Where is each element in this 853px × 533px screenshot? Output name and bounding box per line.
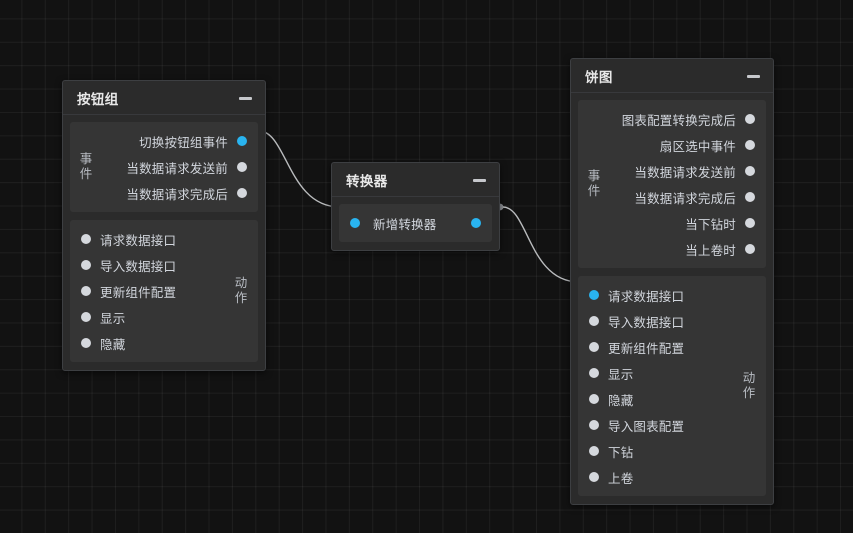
action-input-port[interactable] [81, 286, 91, 296]
action-input-port[interactable] [81, 338, 91, 348]
action-label: 导入数据接口 [100, 259, 177, 274]
event-row[interactable]: 当数据请求完成后 [70, 180, 258, 206]
event-output-port[interactable] [745, 114, 755, 124]
event-label: 当数据请求发送前 [634, 165, 736, 180]
action-label: 更新组件配置 [608, 341, 685, 356]
event-output-port[interactable] [745, 244, 755, 254]
event-row[interactable]: 当下钻时 [578, 210, 766, 236]
action-row[interactable]: 上卷 [578, 464, 766, 490]
action-label: 导入图表配置 [608, 419, 685, 434]
event-row[interactable]: 当数据请求完成后 [578, 184, 766, 210]
action-row[interactable]: 隐藏 [578, 386, 766, 412]
node-header[interactable]: 饼图 [571, 59, 773, 93]
edge-buttongroup-to-converter[interactable] [258, 130, 340, 207]
minimize-icon[interactable] [747, 74, 760, 78]
event-label: 当数据请求完成后 [126, 187, 228, 202]
action-input-port[interactable] [589, 472, 599, 482]
event-label: 当数据请求完成后 [634, 191, 736, 206]
action-input-port[interactable] [589, 420, 599, 430]
action-label: 请求数据接口 [100, 233, 177, 248]
action-row[interactable]: 隐藏 [70, 330, 258, 356]
event-row[interactable]: 切换按钮组事件 [70, 128, 258, 154]
action-row[interactable]: 显示 [70, 304, 258, 330]
action-input-port[interactable] [589, 290, 599, 300]
node-header[interactable]: 按钮组 [63, 81, 265, 115]
events-section: 事 件 图表配置转换完成后 扇区选中事件 当数据请求发送前 当数据请求完成后 当… [578, 100, 766, 268]
action-input-port[interactable] [589, 446, 599, 456]
action-label: 上卷 [608, 471, 634, 486]
actions-section: 动 作 请求数据接口 导入数据接口 更新组件配置 显示 [70, 220, 258, 362]
converter-row[interactable]: 新增转换器 [339, 210, 492, 236]
node-body: 新增转换器 [332, 197, 499, 250]
edge-converter-to-pie[interactable] [502, 206, 579, 282]
event-label: 当下钻时 [685, 217, 736, 232]
action-input-port[interactable] [81, 260, 91, 270]
node-title: 转换器 [346, 173, 388, 189]
action-input-port[interactable] [589, 368, 599, 378]
event-label: 当上卷时 [685, 243, 736, 258]
minimize-icon[interactable] [473, 178, 486, 182]
event-output-port[interactable] [745, 140, 755, 150]
action-row[interactable]: 导入图表配置 [578, 412, 766, 438]
node-title: 饼图 [585, 69, 613, 85]
action-row[interactable]: 下钻 [578, 438, 766, 464]
node-converter[interactable]: 转换器 新增转换器 [331, 162, 500, 251]
action-input-port[interactable] [81, 234, 91, 244]
action-label: 显示 [608, 367, 634, 382]
node-header[interactable]: 转换器 [332, 163, 499, 197]
node-pie-chart[interactable]: 饼图 事 件 图表配置转换完成后 扇区选中事件 当数据请求发送前 当数据请求完成… [570, 58, 774, 505]
action-row[interactable]: 更新组件配置 [578, 334, 766, 360]
action-row[interactable]: 请求数据接口 [70, 226, 258, 252]
event-row[interactable]: 当数据请求发送前 [70, 154, 258, 180]
action-label: 显示 [100, 311, 126, 326]
action-row[interactable]: 请求数据接口 [578, 282, 766, 308]
action-label: 下钻 [608, 445, 634, 460]
event-label: 当数据请求发送前 [126, 161, 228, 176]
action-input-port[interactable] [81, 312, 91, 322]
action-input-port[interactable] [589, 342, 599, 352]
action-label: 导入数据接口 [608, 315, 685, 330]
minimize-icon[interactable] [239, 96, 252, 100]
actions-section: 动 作 请求数据接口 导入数据接口 更新组件配置 显示 [578, 276, 766, 496]
event-output-port[interactable] [237, 136, 247, 146]
event-row[interactable]: 扇区选中事件 [578, 132, 766, 158]
action-label: 更新组件配置 [100, 285, 177, 300]
converter-output-port[interactable] [471, 218, 481, 228]
event-output-port[interactable] [745, 166, 755, 176]
action-label: 隐藏 [100, 337, 126, 352]
event-label: 切换按钮组事件 [139, 135, 228, 150]
action-label: 隐藏 [608, 393, 634, 408]
action-input-port[interactable] [589, 316, 599, 326]
action-row[interactable]: 更新组件配置 [70, 278, 258, 304]
event-label: 扇区选中事件 [659, 139, 736, 154]
action-row[interactable]: 显示 [578, 360, 766, 386]
node-title: 按钮组 [77, 91, 119, 107]
node-body: 事 件 切换按钮组事件 当数据请求发送前 当数据请求完成后 动 作 请求数据接口… [63, 115, 265, 370]
node-button-group[interactable]: 按钮组 事 件 切换按钮组事件 当数据请求发送前 当数据请求完成后 动 作 请求… [62, 80, 266, 371]
event-output-port[interactable] [237, 162, 247, 172]
action-input-port[interactable] [589, 394, 599, 404]
event-label: 图表配置转换完成后 [621, 113, 736, 128]
event-row[interactable]: 当上卷时 [578, 236, 766, 262]
action-label: 请求数据接口 [608, 289, 685, 304]
event-output-port[interactable] [745, 192, 755, 202]
event-row[interactable]: 图表配置转换完成后 [578, 106, 766, 132]
action-row[interactable]: 导入数据接口 [70, 252, 258, 278]
action-row[interactable]: 导入数据接口 [578, 308, 766, 334]
event-row[interactable]: 当数据请求发送前 [578, 158, 766, 184]
converter-input-port[interactable] [350, 218, 360, 228]
event-output-port[interactable] [745, 218, 755, 228]
node-editor-canvas[interactable]: 按钮组 事 件 切换按钮组事件 当数据请求发送前 当数据请求完成后 动 作 请求… [0, 0, 853, 533]
node-body: 事 件 图表配置转换完成后 扇区选中事件 当数据请求发送前 当数据请求完成后 当… [571, 93, 773, 504]
event-output-port[interactable] [237, 188, 247, 198]
converter-section: 新增转换器 [339, 204, 492, 242]
events-section: 事 件 切换按钮组事件 当数据请求发送前 当数据请求完成后 [70, 122, 258, 212]
converter-label: 新增转换器 [373, 217, 437, 232]
